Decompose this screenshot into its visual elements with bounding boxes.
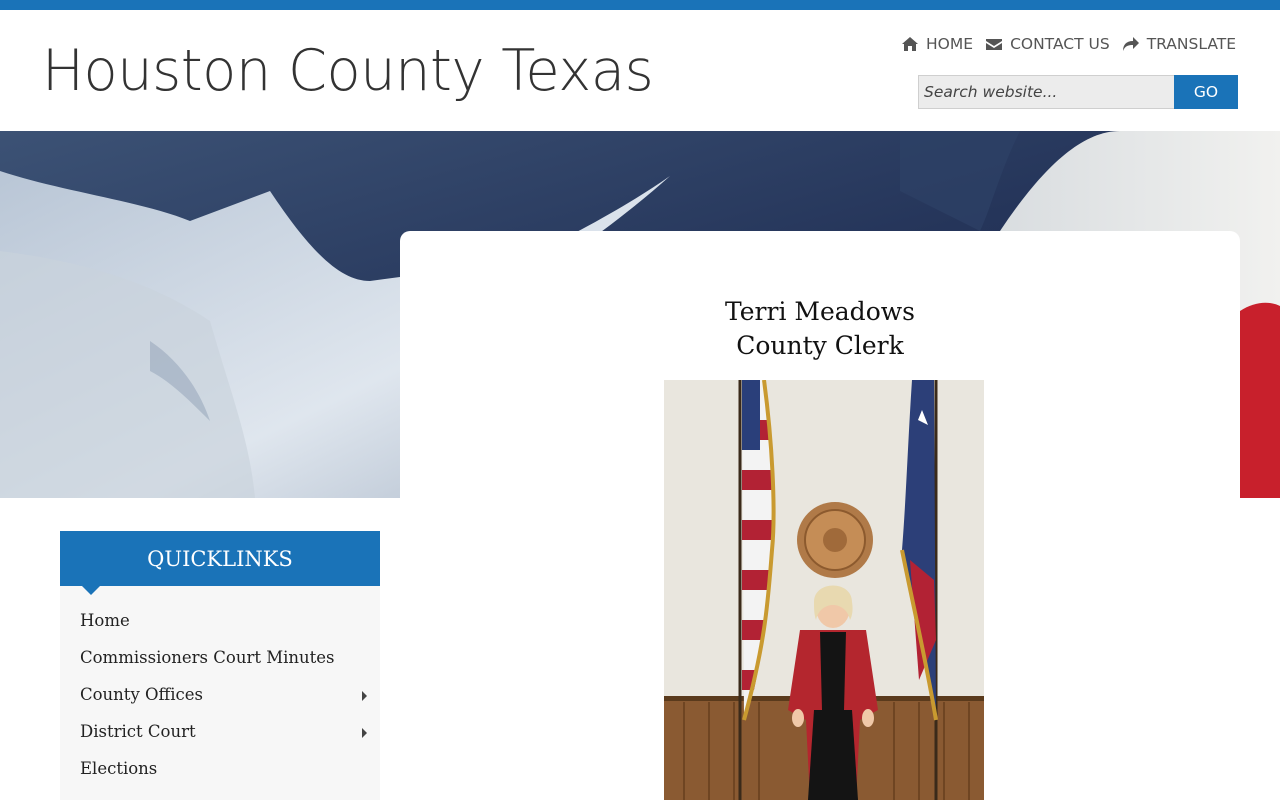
quicklink-item-home[interactable]: Home: [60, 603, 380, 640]
submenu-arrow-icon: [362, 691, 367, 701]
quicklink-item-commissioners-court-minutes[interactable]: Commissioners Court Minutes: [60, 640, 380, 677]
submenu-arrow-icon: [362, 728, 367, 738]
quicklink-label: Elections: [80, 759, 158, 778]
quicklink-item-district-court[interactable]: District Court: [60, 714, 380, 751]
nav-home-link[interactable]: HOME: [901, 35, 973, 53]
top-accent-bar: [0, 0, 1280, 10]
utility-nav: HOME CONTACT US TRANSLATE: [901, 35, 1236, 53]
nav-contact-label: CONTACT US: [1010, 35, 1110, 53]
share-arrow-icon: [1122, 37, 1139, 51]
nav-home-label: HOME: [926, 35, 974, 53]
quicklinks-panel: QUICKLINKS Home Commissioners Court Minu…: [60, 531, 380, 800]
quicklink-item-elections[interactable]: Elections: [60, 751, 380, 788]
quicklinks-heading: QUICKLINKS: [60, 531, 380, 595]
quicklink-label: County Offices: [80, 685, 204, 704]
quicklink-label: Commissioners Court Minutes: [80, 648, 335, 667]
official-title: Terri Meadows County Clerk: [400, 295, 1240, 363]
nav-translate-label: TRANSLATE: [1146, 35, 1236, 53]
clerk-portrait-photo: [664, 380, 984, 800]
content-card: Terri Meadows County Clerk: [400, 231, 1240, 800]
site-title[interactable]: Houston County Texas: [42, 38, 654, 104]
search-go-button[interactable]: GO: [1174, 75, 1238, 109]
home-icon: [902, 37, 919, 51]
quicklink-label: Home: [80, 611, 130, 630]
nav-contact-link[interactable]: CONTACT US: [985, 35, 1110, 53]
official-role: County Clerk: [736, 331, 904, 360]
envelope-icon: [986, 39, 1003, 50]
search-input[interactable]: [918, 75, 1174, 109]
search-form: GO: [918, 75, 1238, 109]
quicklink-label: District Court: [80, 722, 196, 741]
site-header: Houston County Texas HOME CONTACT US TRA…: [0, 10, 1280, 131]
quicklinks-list: Home Commissioners Court Minutes County …: [60, 586, 380, 788]
quicklink-item-county-offices[interactable]: County Offices: [60, 677, 380, 714]
official-name: Terri Meadows: [725, 297, 915, 326]
nav-translate-link[interactable]: TRANSLATE: [1122, 35, 1236, 53]
